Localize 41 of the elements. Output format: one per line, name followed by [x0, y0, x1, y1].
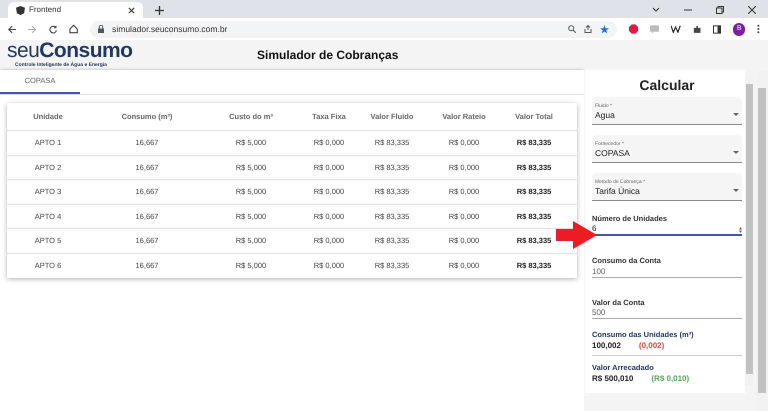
zoom-icon[interactable]	[568, 25, 576, 33]
star-icon[interactable]	[600, 24, 609, 34]
close-icon[interactable]	[128, 6, 135, 14]
logo: seuConsumo	[7, 40, 134, 62]
chevron-down-icon[interactable]	[652, 7, 660, 13]
dropdown-icon	[733, 151, 739, 154]
difference-value: (0,002)	[638, 340, 664, 352]
address-bar[interactable]: simulador.seuconsumo.com.br	[90, 20, 617, 38]
sidebar-icon[interactable]	[712, 24, 722, 34]
dropdown-icon	[733, 113, 739, 116]
panel-title: Calcular	[638, 76, 696, 95]
reload-icon[interactable]	[48, 24, 57, 34]
new-tab-icon[interactable]	[155, 6, 164, 15]
dropdown-icon	[733, 189, 739, 192]
home-icon[interactable]	[68, 24, 78, 34]
scrollbar-thumb[interactable]	[746, 84, 753, 374]
result-value: 100,002	[592, 340, 621, 352]
field-value: COPASA	[595, 148, 630, 158]
page-title: Simulador de Cobranças	[257, 47, 398, 64]
wikipedia-icon[interactable]	[671, 25, 681, 33]
minimize-icon[interactable]	[684, 7, 692, 13]
difference-value: (R$ 0,010)	[651, 373, 690, 386]
field-value: 500	[592, 308, 606, 317]
scrollbar-thumb[interactable]	[758, 88, 766, 393]
field-value: Agua	[595, 110, 615, 120]
result-value: R$ 500,010	[592, 373, 634, 386]
menu-icon[interactable]	[757, 24, 760, 34]
url-text: simulador.seuconsumo.com.br	[112, 22, 228, 36]
tab-title: Frontend	[29, 4, 62, 16]
field-value: 6	[592, 224, 598, 234]
lock-icon	[98, 25, 104, 33]
close-icon[interactable]	[748, 6, 756, 14]
stop-sign-icon[interactable]	[628, 24, 638, 34]
arrow-icon	[556, 221, 597, 249]
browser-tab[interactable]: Frontend	[8, 2, 143, 18]
share-icon[interactable]	[584, 25, 592, 33]
back-icon[interactable]	[8, 24, 16, 34]
field-value: 100	[592, 266, 606, 276]
restore-icon[interactable]	[716, 6, 724, 14]
spinner-icon[interactable]	[739, 227, 742, 234]
field-value: Tarifa Única	[595, 186, 641, 196]
